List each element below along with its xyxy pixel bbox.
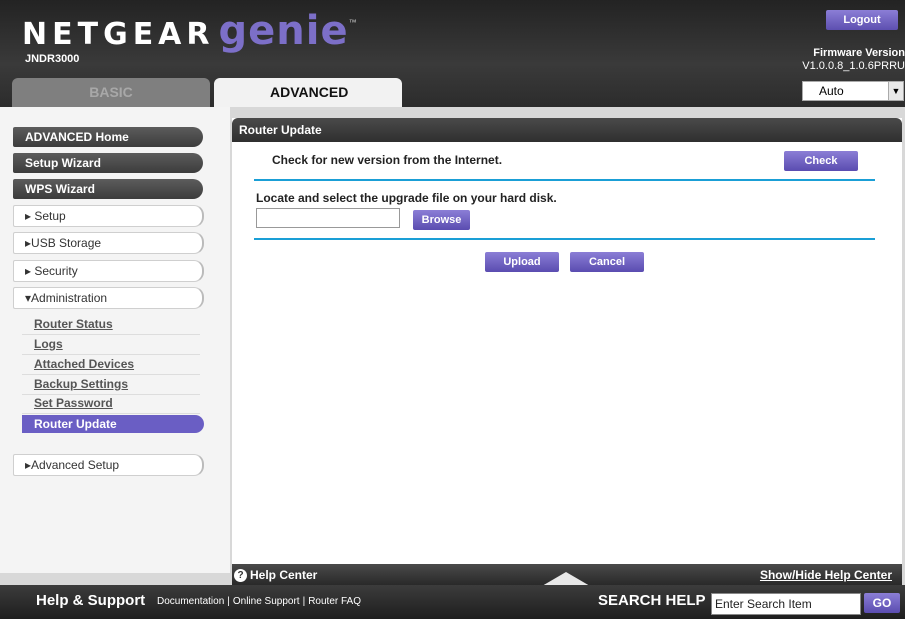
sidebar-item-label: ▸USB Storage — [25, 236, 102, 250]
sidebar-item-label: ▾Administration — [25, 291, 108, 305]
router-faq-link[interactable]: Router FAQ — [308, 596, 361, 607]
tab-advanced[interactable]: ADVANCED — [214, 78, 402, 107]
page-title: Router Update — [239, 123, 322, 137]
sidebar-subitem-router-status[interactable]: Router Status — [22, 315, 200, 335]
sidebar: ADVANCED Home Setup Wizard WPS Wizard ▸ … — [0, 107, 230, 573]
check-button[interactable]: Check — [784, 151, 858, 171]
expand-arrow-icon[interactable] — [542, 572, 590, 586]
search-go-button[interactable]: GO — [864, 593, 900, 613]
sidebar-item-label: Setup Wizard — [25, 156, 101, 170]
locate-description: Locate and select the upgrade file on yo… — [256, 191, 557, 205]
help-center-label: Help Center — [250, 568, 318, 582]
sidebar-item-usb-storage[interactable]: ▸USB Storage — [13, 232, 204, 254]
auto-select[interactable]: Auto ▼ — [802, 81, 904, 101]
logout-button[interactable]: Logout — [826, 10, 898, 30]
sidebar-item-label: WPS Wizard — [25, 182, 95, 196]
sidebar-item-label: ▸ Setup — [25, 209, 66, 223]
dropdown-arrow-icon[interactable]: ▼ — [888, 82, 903, 100]
header-bar: NETGEAR genie™ JNDR3000 Logout Firmware V… — [0, 0, 905, 107]
sidebar-item-wps-wizard[interactable]: WPS Wizard — [13, 179, 203, 199]
sidebar-item-advanced-setup[interactable]: ▸Advanced Setup — [13, 454, 204, 476]
sidebar-subitem-backup-settings[interactable]: Backup Settings — [22, 375, 200, 395]
online-support-link[interactable]: Online Support — [233, 596, 300, 607]
sidebar-subitem-attached-devices[interactable]: Attached Devices — [22, 355, 200, 375]
tab-basic[interactable]: BASIC — [12, 78, 210, 107]
help-links: Documentation | Online Support | Router FAQ — [157, 596, 361, 607]
firmware-label: Firmware Version — [813, 47, 905, 59]
brand-name: NETGEAR — [22, 17, 215, 52]
sidebar-item-label: ADVANCED Home — [25, 130, 129, 144]
divider — [254, 179, 875, 181]
sidebar-subitem-logs[interactable]: Logs — [22, 335, 200, 355]
browse-button[interactable]: Browse — [413, 210, 470, 230]
help-center-bar: ? Help Center Show/Hide Help Center — [232, 564, 902, 587]
divider — [254, 238, 875, 240]
upload-button[interactable]: Upload — [485, 252, 559, 272]
footer-bar: Help & Support Documentation | Online Supp… — [0, 585, 905, 619]
search-input[interactable] — [711, 593, 861, 615]
model-name: JNDR3000 — [25, 53, 80, 65]
documentation-link[interactable]: Documentation — [157, 596, 224, 607]
auto-select-value: Auto — [819, 84, 844, 98]
panel-title-bar: Router Update — [232, 118, 902, 142]
sidebar-item-label: ▸ Security — [25, 264, 78, 278]
main-panel: Router Update Check for new version from… — [232, 118, 902, 564]
sidebar-item-label: ▸Advanced Setup — [25, 458, 120, 472]
sidebar-subitem-router-update[interactable]: Router Update — [22, 415, 204, 433]
cancel-button[interactable]: Cancel — [570, 252, 644, 272]
sidebar-item-administration[interactable]: ▾Administration — [13, 287, 204, 309]
link-separator: | — [302, 596, 306, 607]
sidebar-item-security[interactable]: ▸ Security — [13, 260, 204, 282]
sidebar-subitem-set-password[interactable]: Set Password — [22, 394, 200, 414]
trademark-symbol: ™ — [348, 18, 357, 27]
help-support-title: Help & Support — [36, 592, 146, 609]
sidebar-item-advanced-home[interactable]: ADVANCED Home — [13, 127, 203, 147]
link-separator: | — [227, 596, 230, 607]
sidebar-item-setup[interactable]: ▸ Setup — [13, 205, 204, 227]
help-icon: ? — [234, 569, 247, 582]
product-name: genie — [218, 8, 349, 54]
netgear-genie-logo: NETGEAR genie™ — [22, 8, 357, 54]
upgrade-file-input[interactable] — [256, 208, 400, 228]
search-help-label: SEARCH HELP — [598, 592, 706, 609]
sidebar-item-setup-wizard[interactable]: Setup Wizard — [13, 153, 203, 173]
check-description: Check for new version from the Internet. — [272, 153, 503, 167]
show-hide-help-link[interactable]: Show/Hide Help Center — [760, 564, 892, 587]
firmware-value: V1.0.0.8_1.0.6PRRU — [802, 60, 905, 72]
tab-advanced-label: ADVANCED — [270, 84, 349, 100]
